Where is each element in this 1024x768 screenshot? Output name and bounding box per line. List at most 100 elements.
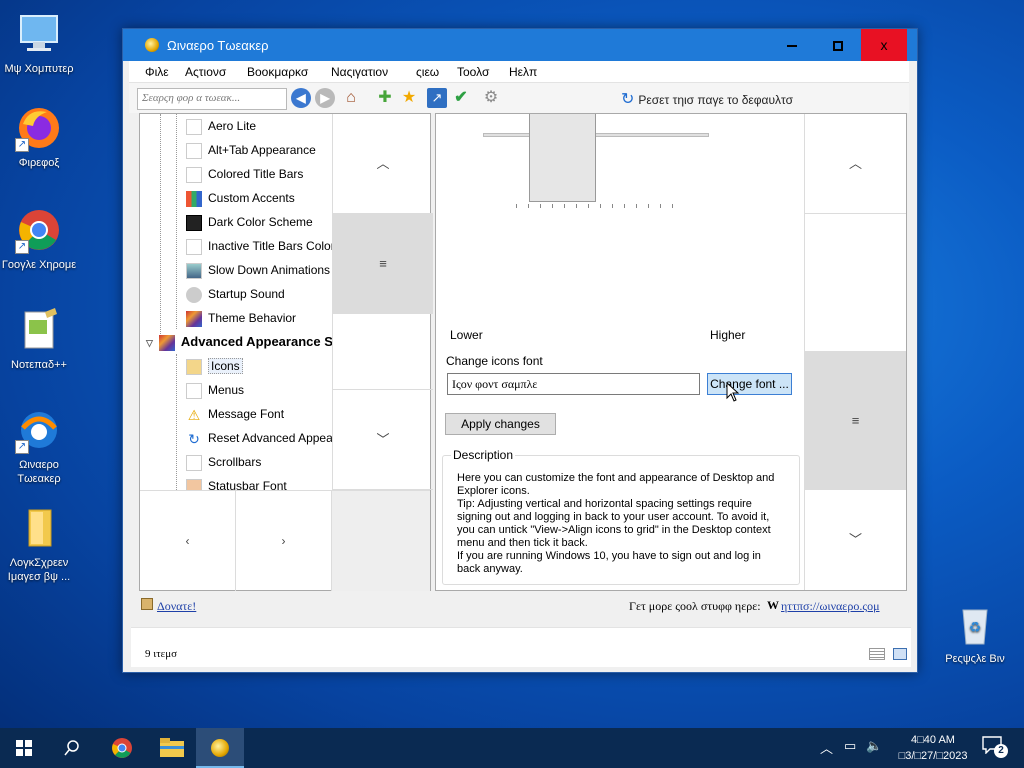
shortcut-arrow-icon: ↗ xyxy=(15,138,29,152)
close-icon: x xyxy=(880,37,888,53)
tree-item-scrollbars[interactable]: Scrollbars xyxy=(186,451,261,473)
window-icon xyxy=(186,142,202,159)
tree-item-icons[interactable]: Icons xyxy=(186,355,243,377)
desktop-icon-chrome[interactable]: ↗ Γοογλε Χηρομε xyxy=(0,206,78,272)
spacing-slider-thumb[interactable] xyxy=(529,114,596,202)
tree-item-custom-accents[interactable]: Custom Accents xyxy=(186,187,295,209)
notification-count-badge: 2 xyxy=(994,744,1008,758)
reset-page-button[interactable]: ↻ Ρεσετ τηισ παγε το δεφαυλτσ xyxy=(621,89,793,109)
menu-help[interactable]: Ηελπ xyxy=(509,65,537,79)
apply-changes-button[interactable]: Apply changes xyxy=(445,413,556,435)
large-icons-view-icon[interactable] xyxy=(893,648,907,660)
scroll-left-button[interactable]: ‹ xyxy=(140,491,236,591)
desktop-icon-winaero[interactable]: ↗ Ωιναερο Τωεακερ xyxy=(0,406,78,486)
tree-item-inactive-title-bars[interactable]: Inactive Title Bars Color xyxy=(186,235,332,257)
tree-item-message-font[interactable]: ⚠ Message Font xyxy=(186,403,284,425)
tree-item-statusbar-font[interactable]: Statusbar Font xyxy=(186,475,287,490)
tree-panel: Aero Lite Alt+Tab Appearance Colored Tit… xyxy=(139,113,433,591)
menu-view[interactable]: ςιεω xyxy=(416,65,439,79)
details-view-icon[interactable] xyxy=(869,648,885,660)
change-font-button[interactable]: Change font ... xyxy=(707,373,792,395)
shortcut-icon[interactable]: ↗ xyxy=(427,88,447,108)
title-bar[interactable]: Ωιναερο Τωεακερ x xyxy=(123,29,917,61)
bookmarks-star-icon[interactable]: ★ xyxy=(399,88,419,108)
folder-icon xyxy=(15,504,63,552)
theme-brush-icon xyxy=(186,310,202,327)
winaero-site-link[interactable]: ηττπσ://ωιναερο.ςομ xyxy=(781,599,880,614)
scroll-up-button[interactable]: ︿ xyxy=(333,114,433,214)
tree-item-colored-title-bars[interactable]: Colored Title Bars xyxy=(186,163,303,185)
tree-list: Aero Lite Alt+Tab Appearance Colored Tit… xyxy=(140,114,332,490)
winaero-tweaker-icon: ↗ xyxy=(15,406,63,454)
icons-icon xyxy=(186,358,202,375)
scroll-track[interactable] xyxy=(333,314,433,390)
start-button[interactable] xyxy=(0,728,48,768)
search-input[interactable]: Σεαρςη φορ α τωεακ... xyxy=(137,88,287,110)
scroll-down-button[interactable]: ﹀ xyxy=(333,390,433,490)
taskbar-chrome[interactable] xyxy=(98,728,146,768)
search-button[interactable] xyxy=(48,728,96,768)
volume-icon[interactable]: 🔈 xyxy=(866,738,882,754)
reset-arrow-icon: ↻ xyxy=(188,430,200,447)
tree-item-alt-tab[interactable]: Alt+Tab Appearance xyxy=(186,139,316,161)
back-button[interactable]: ◀ xyxy=(291,88,311,108)
slider-ticks xyxy=(516,204,681,208)
menu-navigation[interactable]: Ναςιγατιον xyxy=(331,65,388,79)
tree-item-dark-color-scheme[interactable]: Dark Color Scheme xyxy=(186,211,313,233)
reset-label: Ρεσετ τηισ παγε το δεφαυλτσ xyxy=(638,93,794,107)
menu-file[interactable]: Φιλε xyxy=(145,65,169,79)
menu-actions[interactable]: Αςτιονσ xyxy=(185,65,226,79)
spacing-slider-track[interactable] xyxy=(483,133,709,137)
tree-horizontal-scrollbar[interactable]: ‹ › xyxy=(140,490,430,591)
winaero-tweaker-icon xyxy=(211,738,229,757)
tree-connector xyxy=(176,114,177,329)
tree-item-menus[interactable]: Menus xyxy=(186,379,244,401)
color-grid-icon xyxy=(186,190,202,207)
scroll-track[interactable] xyxy=(805,214,906,352)
tree-item-theme-behavior[interactable]: Theme Behavior xyxy=(186,307,296,329)
taskbar-winaero-tweaker[interactable] xyxy=(196,728,244,768)
statusbar-icon xyxy=(186,478,202,490)
content-vertical-scrollbar[interactable]: ︿ ≡ ﹀ xyxy=(804,114,906,590)
scroll-thumb[interactable]: ≡ xyxy=(333,214,433,314)
desktop-icon-lockscreen-folder[interactable]: ΛογκΣχρεεν Ιμαγεσ βψ ... xyxy=(0,504,78,584)
scroll-up-button[interactable]: ︿ xyxy=(805,114,906,214)
desktop-icon-notepadpp[interactable]: Νοτεπαδ++ xyxy=(0,306,78,372)
toolbar: Σεαρςη φορ α τωεακ... ◀ ▶ ⌂ ✚ ★ ↗ ✔ ⚙ ↻ Ρ… xyxy=(129,83,909,113)
taskbar-file-explorer[interactable] xyxy=(148,728,196,768)
add-bookmark-icon[interactable]: ✚ xyxy=(375,88,395,108)
tree-item-reset-advanced[interactable]: ↻ Reset Advanced Appeara xyxy=(186,427,332,449)
scroll-down-button[interactable]: ﹀ xyxy=(805,490,906,590)
forward-button[interactable]: ▶ xyxy=(315,88,335,108)
scroll-right-button[interactable]: › xyxy=(236,491,332,591)
minimize-button[interactable] xyxy=(769,29,815,61)
home-icon[interactable]: ⌂ xyxy=(341,88,361,108)
show-hidden-icons-chevron-icon[interactable]: ︿ xyxy=(820,738,833,757)
tree-vertical-scrollbar[interactable]: ︿ ≡ ﹀ xyxy=(332,114,433,490)
network-icon[interactable]: ▭ xyxy=(844,738,856,754)
menu-tools[interactable]: Τοολσ xyxy=(457,65,489,79)
description-line: If you are running Windows 10, you have … xyxy=(457,550,761,575)
font-sample-field: Ιςον φοντ σαμπλε xyxy=(447,373,700,395)
desktop-icon-my-computer[interactable]: Μψ Χομπυτερ xyxy=(0,10,78,76)
close-button[interactable]: x xyxy=(861,29,907,61)
tree-item-aero-lite[interactable]: Aero Lite xyxy=(186,115,256,137)
winaero-app-icon xyxy=(145,38,159,52)
tree-group-advanced-appearance[interactable]: ▽ Advanced Appearance S xyxy=(146,331,332,353)
tree-item-startup-sound[interactable]: Startup Sound xyxy=(186,283,285,305)
tree-item-slow-down-animations[interactable]: Slow Down Animations xyxy=(186,259,330,281)
maximize-button[interactable] xyxy=(815,29,861,61)
clock[interactable]: 4□40 AM □3/□27/□2023 xyxy=(888,732,978,764)
apply-check-icon[interactable]: ✔ xyxy=(451,88,471,108)
window-icon xyxy=(186,166,202,183)
desktop-icon-firefox[interactable]: ↗ Φιρεφοξ xyxy=(0,104,78,170)
clock-time: 4□40 AM xyxy=(911,734,955,746)
settings-gear-icon[interactable]: ⚙ xyxy=(481,88,501,108)
desktop-icon-recycle-bin[interactable]: ♻ Ρεςψςλε Βιν xyxy=(936,600,1014,666)
window-title: Ωιναερο Τωεακερ xyxy=(167,38,269,53)
windows-logo-icon xyxy=(16,739,32,756)
donate-link[interactable]: Δονατε! xyxy=(157,599,196,614)
notifications-button[interactable]: 2 xyxy=(982,736,1008,760)
menu-bookmarks[interactable]: Βοοκμαρκσ xyxy=(247,65,308,79)
scroll-thumb[interactable]: ≡ xyxy=(805,352,906,490)
